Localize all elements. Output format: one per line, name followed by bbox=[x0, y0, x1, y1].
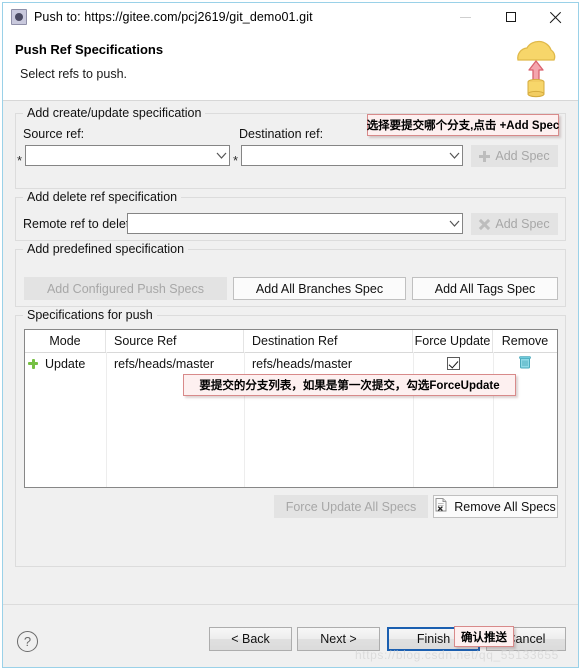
title-bar: Push to: https://gitee.com/pcj2619/git_d… bbox=[3, 3, 578, 32]
cross-icon bbox=[479, 219, 490, 230]
add-create-update-spec-label: Add Spec bbox=[495, 149, 550, 163]
minimize-button[interactable] bbox=[443, 3, 488, 31]
specs-group-label: Specifications for push bbox=[23, 308, 157, 322]
source-ref-label: Source ref: bbox=[23, 127, 85, 141]
chevron-down-icon bbox=[213, 146, 229, 165]
cloud-upload-icon bbox=[506, 34, 566, 100]
push-repository-icon bbox=[11, 9, 27, 25]
window-title: Push to: https://gitee.com/pcj2619/git_d… bbox=[34, 10, 313, 24]
delete-group-label: Add delete ref specification bbox=[23, 190, 182, 204]
remote-ref-to-delete-label: Remote ref to delete: bbox=[23, 217, 140, 231]
remote-ref-to-delete-combo[interactable] bbox=[127, 213, 463, 234]
cell-mode: Update bbox=[45, 356, 86, 371]
column-header-force-update[interactable]: Force Update bbox=[413, 330, 493, 352]
window-controls bbox=[443, 3, 578, 31]
table-header-row: Mode Source Ref Destination Ref Force Up… bbox=[25, 330, 557, 353]
push-specifications-table[interactable]: Mode Source Ref Destination Ref Force Up… bbox=[24, 329, 558, 488]
minimize-icon bbox=[460, 16, 471, 18]
add-all-tags-spec-button[interactable]: Add All Tags Spec bbox=[412, 277, 558, 300]
close-button[interactable] bbox=[533, 3, 578, 31]
destination-ref-required-marker: * bbox=[233, 153, 239, 168]
dialog-body: Add create/update specification Source r… bbox=[3, 101, 578, 604]
add-all-branches-spec-button[interactable]: Add All Branches Spec bbox=[233, 277, 406, 300]
annotation-branch-list: 要提交的分支列表，如果是第一次提交，勾选ForceUpdate bbox=[183, 374, 516, 396]
watermark: https://blog.csdn.net/qq_55133655 bbox=[355, 648, 559, 662]
chevron-down-icon bbox=[446, 214, 462, 233]
remove-all-specs-label: Remove All Specs bbox=[454, 499, 556, 514]
source-ref-required-marker: * bbox=[17, 153, 23, 168]
add-create-update-spec-button[interactable]: Add Spec bbox=[471, 145, 558, 167]
page-subtitle: Select refs to push. bbox=[20, 67, 128, 81]
destination-ref-label: Destination ref: bbox=[239, 127, 324, 141]
plus-icon bbox=[479, 150, 491, 162]
help-icon[interactable]: ? bbox=[17, 631, 38, 652]
add-delete-spec-label: Add Spec bbox=[495, 217, 550, 231]
cell-destination-ref: refs/heads/master bbox=[252, 356, 353, 371]
destination-ref-combo[interactable] bbox=[241, 145, 463, 166]
column-header-mode[interactable]: Mode bbox=[25, 330, 106, 352]
column-header-destination-ref[interactable]: Destination Ref bbox=[244, 330, 413, 352]
maximize-icon bbox=[505, 12, 516, 22]
push-dialog: Push to: https://gitee.com/pcj2619/git_d… bbox=[2, 2, 579, 668]
column-header-remove[interactable]: Remove bbox=[493, 330, 557, 352]
remove-all-specs-button[interactable]: Remove All Specs bbox=[433, 495, 558, 518]
cell-force-update[interactable] bbox=[413, 353, 493, 374]
annotation-confirm-push: 确认推送 bbox=[454, 626, 514, 647]
source-ref-combo[interactable] bbox=[25, 145, 230, 166]
add-all-branches-spec-label: Add All Branches Spec bbox=[255, 281, 384, 296]
cell-source-ref: refs/heads/master bbox=[114, 356, 215, 371]
create-update-group-label: Add create/update specification bbox=[23, 106, 206, 120]
wizard-header: Push Ref Specifications Select refs to p… bbox=[3, 32, 578, 101]
back-button[interactable]: < Back bbox=[209, 627, 292, 651]
close-icon bbox=[549, 11, 562, 24]
force-update-checkbox[interactable] bbox=[446, 357, 460, 370]
green-plus-icon bbox=[28, 358, 38, 369]
trash-icon[interactable] bbox=[519, 355, 531, 372]
add-all-tags-spec-label: Add All Tags Spec bbox=[434, 281, 536, 296]
cell-remove[interactable] bbox=[493, 353, 557, 374]
annotation-select-branch: 选择要提交哪个分支,点击 +Add Spec bbox=[367, 114, 559, 136]
table-row[interactable]: Update refs/heads/master refs/heads/mast… bbox=[25, 353, 557, 374]
column-header-source-ref[interactable]: Source Ref bbox=[106, 330, 244, 352]
force-update-all-specs-label: Force Update All Specs bbox=[285, 499, 417, 514]
add-delete-spec-button[interactable]: Add Spec bbox=[471, 213, 558, 235]
maximize-button[interactable] bbox=[488, 3, 533, 31]
predefined-group-label: Add predefined specification bbox=[23, 242, 189, 256]
chevron-down-icon bbox=[446, 146, 462, 165]
add-configured-push-specs-button[interactable]: Add Configured Push Specs bbox=[24, 277, 227, 300]
force-update-all-specs-button[interactable]: Force Update All Specs bbox=[274, 495, 428, 518]
page-title: Push Ref Specifications bbox=[15, 42, 164, 57]
remove-document-icon bbox=[435, 498, 448, 515]
add-configured-push-specs-label: Add Configured Push Specs bbox=[46, 281, 205, 296]
